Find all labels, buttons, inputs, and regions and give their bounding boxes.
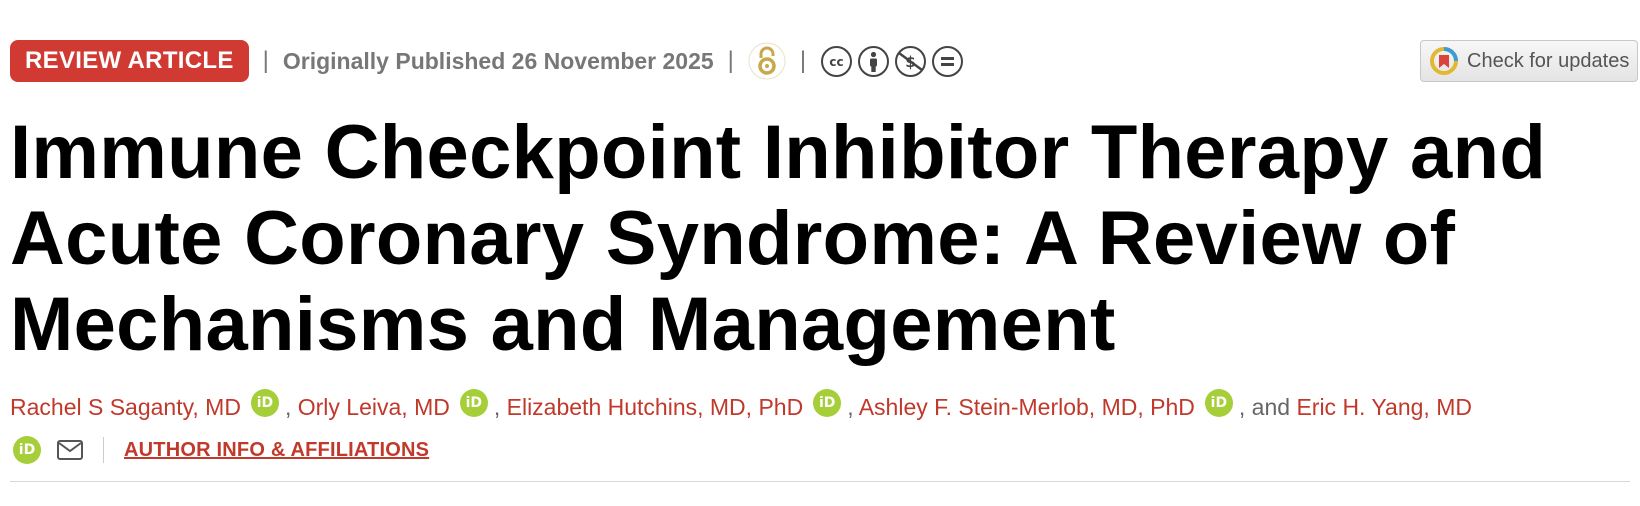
- orcid-icon[interactable]: iD: [13, 436, 41, 464]
- author-separator: ,: [284, 394, 298, 420]
- author-separator: ,: [493, 394, 507, 420]
- divider: [10, 481, 1630, 482]
- article-type-badge: REVIEW ARTICLE: [10, 40, 249, 82]
- noderivatives-icon: [931, 45, 964, 78]
- article-meta-bar: REVIEW ARTICLE | Originally Published 26…: [10, 40, 1630, 82]
- crossmark-icon: [1429, 46, 1459, 76]
- author-link[interactable]: Ashley F. Stein-Merlob, MD, PhD: [859, 394, 1195, 420]
- orcid-icon[interactable]: iD: [250, 389, 279, 417]
- orcid-icon[interactable]: iD: [813, 389, 842, 417]
- meta-separator: |: [727, 47, 734, 74]
- author-info-affiliations-link[interactable]: AUTHOR INFO & AFFILIATIONS: [124, 439, 429, 462]
- by-attribution-icon: [857, 45, 890, 78]
- publication-date: Originally Published 26 November 2025: [282, 47, 714, 74]
- author-list: Rachel S Saganty, MD iD, Orly Leiva, MD iD…: [10, 385, 1630, 429]
- license-icons[interactable]: cc $: [820, 45, 964, 78]
- check-for-updates-label: Check for updates: [1467, 49, 1630, 72]
- article-title: Immune Checkpoint Inhibitor Therapy and …: [10, 110, 1547, 367]
- orcid-icon[interactable]: iD: [459, 389, 488, 417]
- author-link[interactable]: Rachel S Saganty, MD: [10, 394, 241, 420]
- orcid-icon[interactable]: iD: [1204, 389, 1233, 417]
- divider: [103, 437, 104, 463]
- meta-separator: |: [262, 47, 269, 74]
- open-access-icon[interactable]: [748, 42, 786, 80]
- author-link[interactable]: Elizabeth Hutchins, MD, PhD: [507, 394, 804, 420]
- author-link[interactable]: Eric H. Yang, MD: [1296, 394, 1472, 420]
- meta-separator: |: [799, 47, 807, 74]
- svg-text:cc: cc: [830, 55, 844, 69]
- mail-icon[interactable]: [57, 440, 83, 460]
- author-link[interactable]: Orly Leiva, MD: [298, 394, 450, 420]
- author-separator: ,: [847, 394, 859, 420]
- author-and: , and: [1238, 394, 1297, 420]
- noncommercial-icon: $: [894, 45, 927, 78]
- check-for-updates-button[interactable]: Check for updates: [1420, 40, 1638, 82]
- cc-icon: cc: [820, 45, 853, 78]
- author-actions-row: iD AUTHOR INFO & AFFILIATIONS: [13, 432, 429, 468]
